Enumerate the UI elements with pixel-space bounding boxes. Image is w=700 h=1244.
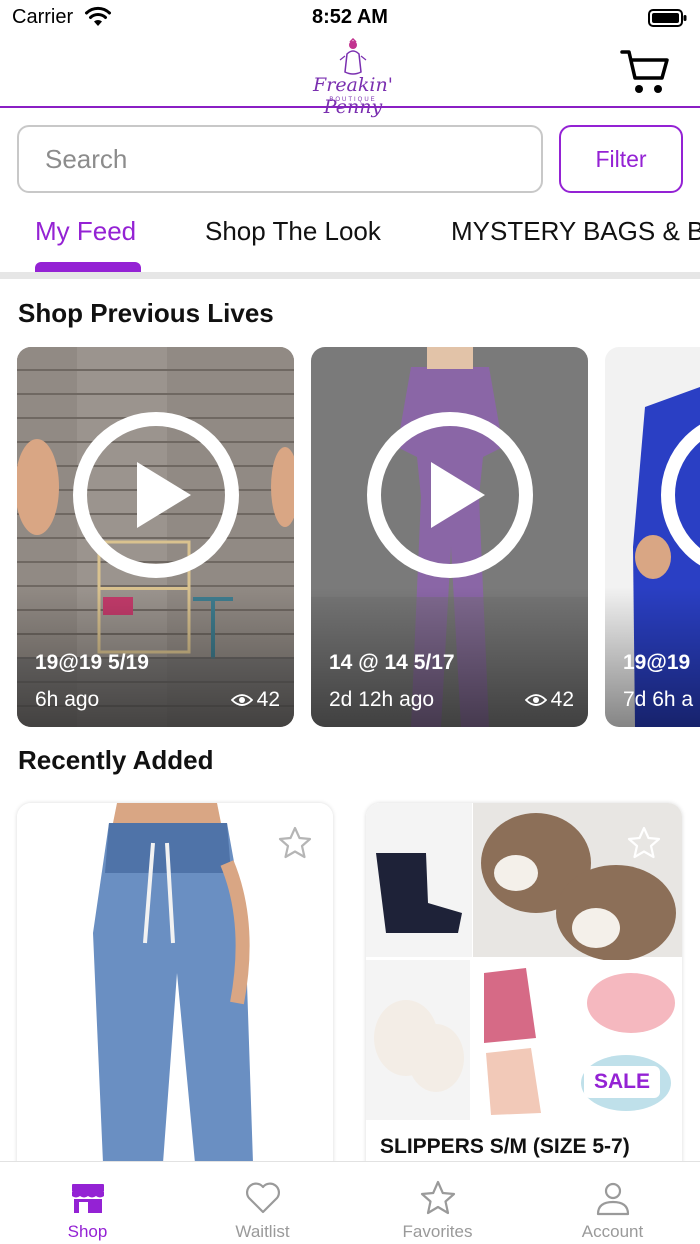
brand-logo[interactable]: Freakin' Penny BOUTIQUE — [298, 38, 408, 118]
bottom-tab-bar: Shop Waitlist Favorites Account — [0, 1161, 700, 1244]
live-time: 6h ago — [35, 688, 100, 711]
sale-badge: SALE — [584, 1066, 661, 1098]
live-views-count: 42 — [550, 688, 574, 711]
live-card[interactable]: 14 @ 14 5/17 2d 12h ago 42 — [311, 347, 588, 727]
product-image — [17, 803, 333, 1203]
nav-account[interactable]: Account — [525, 1162, 700, 1244]
nav-favorites[interactable]: Favorites — [350, 1162, 525, 1244]
product-card[interactable]: SALE SLIPPERS S/M (SIZE 5-7) — [366, 803, 682, 1203]
star-icon — [420, 1180, 456, 1215]
app-header: Freakin' Penny BOUTIQUE — [0, 36, 700, 118]
play-icon[interactable] — [659, 410, 700, 580]
logo-subtext: BOUTIQUE — [329, 97, 377, 103]
eye-icon — [230, 694, 253, 706]
status-bar: Carrier 8:52 AM — [0, 0, 700, 36]
product-title: SLIPPERS S/M (SIZE 5-7) — [380, 1135, 630, 1158]
heart-icon — [246, 1182, 280, 1214]
shop-icon — [72, 1184, 104, 1213]
tab-my-feed[interactable]: My Feed — [35, 216, 136, 247]
live-card[interactable]: 19@19 7d 6h a — [605, 347, 700, 727]
person-icon — [596, 1182, 630, 1216]
nav-label: Favorites — [402, 1222, 473, 1241]
live-title: 14 @ 14 5/17 — [329, 651, 455, 674]
battery-icon — [648, 9, 687, 27]
live-views: 42 — [524, 688, 574, 712]
live-time: 7d 6h a — [623, 688, 694, 711]
cart-icon[interactable] — [620, 48, 670, 96]
eye-icon — [524, 694, 547, 706]
section-title-previous-lives: Shop Previous Lives — [18, 298, 274, 328]
live-views: 42 — [230, 688, 280, 712]
play-icon[interactable] — [365, 410, 535, 580]
nav-shop[interactable]: Shop — [0, 1162, 175, 1244]
live-title: 19@19 5/19 — [35, 651, 149, 674]
section-title-recently-added: Recently Added — [18, 745, 214, 775]
tab-mystery-bags[interactable]: MYSTERY BAGS & B — [451, 216, 700, 247]
nav-label: Account — [581, 1222, 644, 1241]
tab-shop-the-look[interactable]: Shop The Look — [205, 216, 381, 247]
nav-label: Waitlist — [235, 1222, 290, 1241]
nav-label: Shop — [67, 1222, 108, 1241]
star-icon[interactable] — [626, 825, 662, 861]
logo-figure-icon — [339, 38, 367, 75]
live-views-count: 42 — [256, 688, 280, 711]
play-icon[interactable] — [71, 410, 241, 580]
live-card[interactable]: 19@19 5/19 6h ago 42 — [17, 347, 294, 727]
category-tabs: My Feed Shop The Look MYSTERY BAGS & B — [0, 200, 700, 280]
live-time: 2d 12h ago — [329, 688, 435, 711]
filter-button[interactable]: Filter — [559, 125, 683, 193]
tabs-divider — [0, 272, 700, 279]
logo-text: Freakin' Penny — [313, 74, 393, 118]
nav-waitlist[interactable]: Waitlist — [175, 1162, 350, 1244]
star-icon[interactable] — [277, 825, 313, 861]
live-title: 19@19 — [623, 651, 691, 674]
clock: 8:52 AM — [312, 6, 388, 28]
product-card[interactable] — [17, 803, 333, 1203]
search-input[interactable] — [17, 125, 543, 193]
